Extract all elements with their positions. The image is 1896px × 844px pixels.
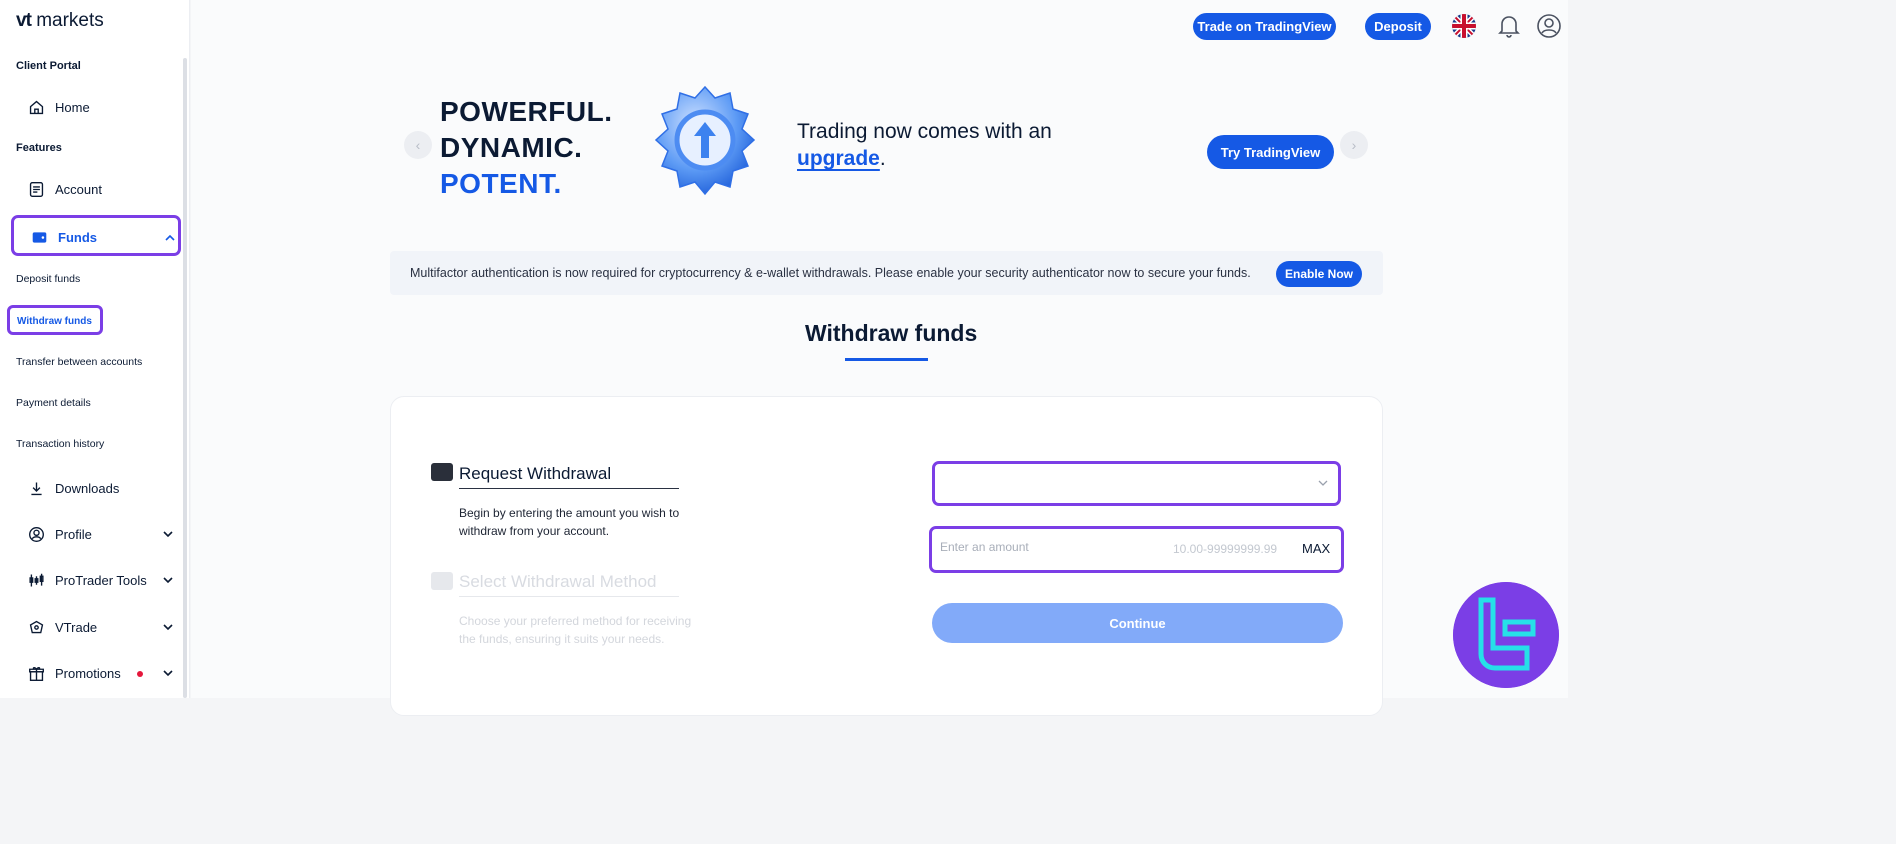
continue-button[interactable]: Continue [932, 603, 1343, 643]
chevron-down-icon[interactable] [162, 667, 174, 679]
chevron-down-icon [1318, 480, 1328, 486]
sidebar-item-downloads[interactable]: Downloads [28, 480, 119, 497]
chevron-up-icon [165, 234, 175, 241]
uk-flag-icon[interactable] [1451, 13, 1477, 39]
sidebar-item-profile[interactable]: Profile [28, 526, 92, 543]
step1-title: Request Withdrawal [459, 464, 612, 483]
download-icon [31, 482, 42, 496]
notification-dot [136, 670, 143, 677]
upgrade-link[interactable]: upgrade [797, 147, 880, 170]
amount-range-hint: 10.00-99999999.99 [1173, 542, 1278, 556]
amount-input[interactable] [940, 540, 1140, 554]
step1-divider [459, 488, 679, 489]
enable-now-button[interactable]: Enable Now [1276, 261, 1362, 287]
carousel-next-button[interactable]: › [1340, 131, 1368, 159]
sidebar-item-promotions[interactable]: Promotions [28, 665, 143, 682]
sidebar-sub-transaction-history[interactable]: Transaction history [16, 438, 104, 450]
candlestick-icon [29, 573, 44, 587]
sidebar-item-home[interactable]: Home [28, 99, 90, 116]
upload-badge-illustration [654, 85, 756, 196]
sidebar-sub-payment-details[interactable]: Payment details [16, 397, 91, 409]
step2-divider [459, 596, 679, 597]
wallet-icon [32, 232, 47, 243]
step1-description: Begin by entering the amount you wish to… [459, 506, 680, 538]
max-button[interactable]: MAX [1302, 541, 1330, 556]
withdraw-form-card: Request Withdrawal Begin by entering the… [390, 396, 1383, 716]
deposit-button[interactable]: Deposit [1365, 13, 1431, 40]
sidebar: vt markets Client Portal Home Features A… [0, 0, 190, 698]
user-circle-icon [29, 527, 44, 542]
brand-logo-badge [1453, 582, 1559, 688]
banner-tagline: Trading now comes with an upgrade. [797, 120, 1052, 170]
page-title: Withdraw funds [805, 320, 978, 346]
banner-headline: POWERFUL. DYNAMIC. POTENT. [440, 96, 613, 199]
chevron-down-icon[interactable] [162, 528, 174, 540]
sidebar-sub-transfer[interactable]: Transfer between accounts [16, 356, 142, 368]
title-underline [845, 358, 928, 361]
main-content: Trade on TradingView Deposit ‹ POWERFUL.… [191, 0, 1568, 716]
sidebar-item-protrader-tools[interactable]: ProTrader Tools [28, 572, 147, 589]
funds-row: Funds [31, 229, 97, 246]
amount-field[interactable]: 10.00-99999999.99 MAX [929, 526, 1344, 573]
section-features: Features [16, 142, 62, 154]
vtrade-icon [29, 620, 44, 634]
bell-icon[interactable] [1496, 13, 1522, 39]
sidebar-sub-deposit-funds[interactable]: Deposit funds [16, 273, 80, 285]
trade-on-tradingview-button[interactable]: Trade on TradingView [1193, 13, 1336, 40]
gift-icon [29, 666, 44, 681]
document-icon [29, 182, 44, 197]
mfa-notice-text: Multifactor authentication is now requir… [410, 266, 1251, 280]
sidebar-sub-withdraw-funds[interactable]: Withdraw funds [7, 305, 103, 335]
step2-title: Select Withdrawal Method [459, 572, 657, 591]
home-icon [29, 100, 44, 115]
step2-description: Choose your preferred method for receivi… [459, 614, 692, 646]
sidebar-item-account[interactable]: Account [28, 181, 102, 198]
promo-banner: ‹ POWERFUL. DYNAMIC. POTENT. Trading now… [403, 78, 1583, 213]
account-select[interactable] [932, 461, 1341, 506]
try-tradingview-button[interactable]: Try TradingView [1207, 135, 1334, 169]
vt-markets-logo[interactable]: vt markets [16, 10, 104, 32]
section-client-portal: Client Portal [16, 60, 81, 72]
card-step-icon [431, 572, 453, 590]
sidebar-item-vtrade[interactable]: VTrade [28, 619, 97, 636]
sidebar-scrollbar[interactable] [183, 58, 187, 698]
sidebar-item-funds[interactable]: Funds [11, 215, 181, 256]
chevron-down-icon[interactable] [162, 574, 174, 586]
carousel-prev-button[interactable]: ‹ [404, 131, 432, 159]
mfa-notice-banner: Multifactor authentication is now requir… [390, 251, 1383, 295]
user-account-icon[interactable] [1536, 13, 1562, 39]
chevron-down-icon[interactable] [162, 621, 174, 633]
wallet-step-icon [431, 463, 453, 481]
